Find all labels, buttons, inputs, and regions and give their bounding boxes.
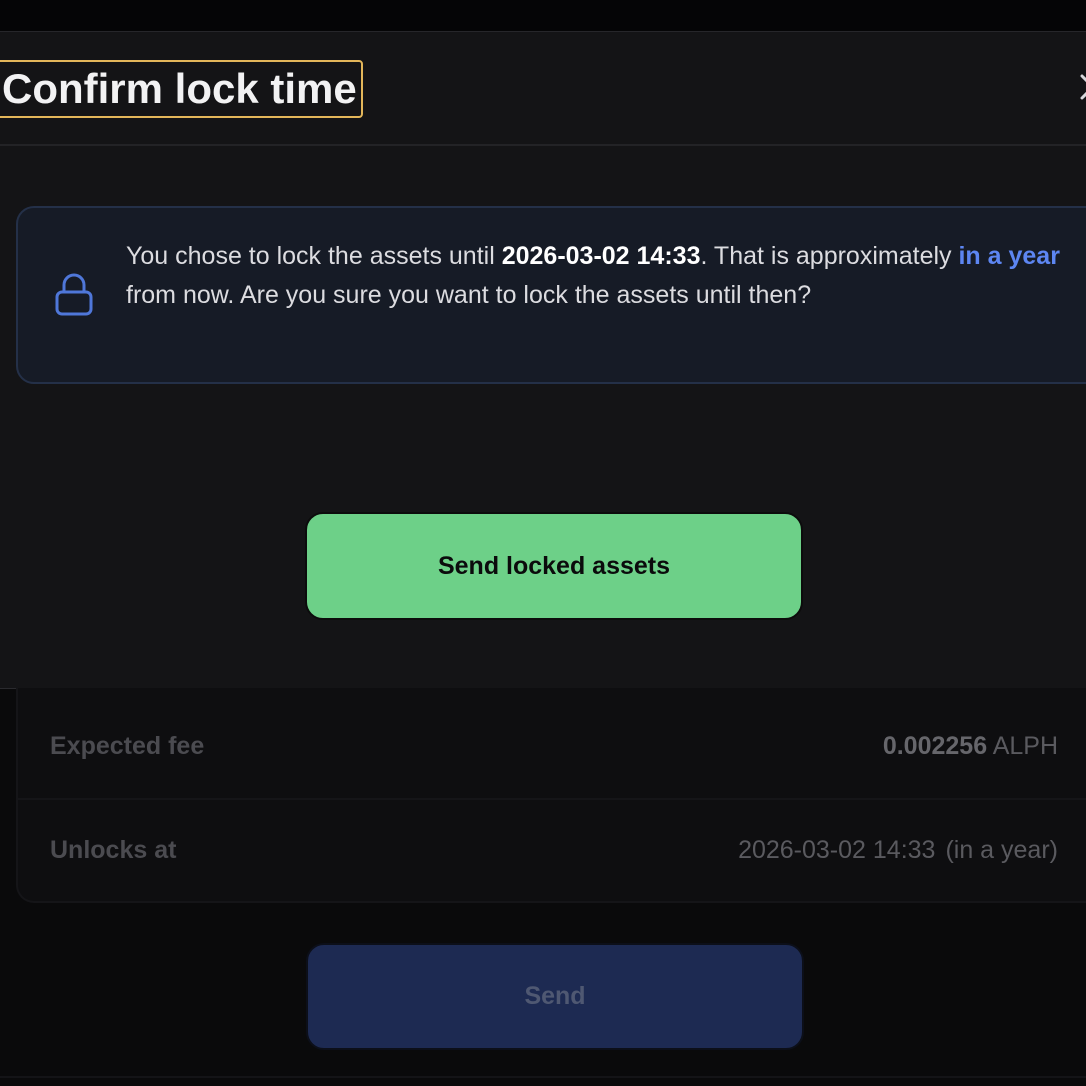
expected-fee-row: Expected fee 0.002256 ALPH xyxy=(18,694,1086,800)
send-button[interactable]: Send xyxy=(306,943,804,1050)
confirm-lock-time-modal: Confirm lock time You chose to lock the … xyxy=(0,31,1086,689)
unlock-datetime: 2026-03-02 14:33 xyxy=(501,242,701,270)
close-icon[interactable] xyxy=(1076,70,1086,100)
unlocks-at-datetime: 2026-03-02 14:33 xyxy=(738,836,936,864)
modal-title: Confirm lock time xyxy=(0,60,363,118)
lock-icon xyxy=(55,273,93,316)
expected-fee-label: Expected fee xyxy=(50,732,205,760)
expected-fee-unit: ALPH xyxy=(992,732,1058,760)
unlocks-at-row: Unlocks at 2026-03-02 14:33 (in a year) xyxy=(18,798,1086,902)
screen: Confirm lock time You chose to lock the … xyxy=(0,0,1086,1086)
modal-header: Confirm lock time xyxy=(0,32,1086,146)
unlocks-at-relative: (in a year) xyxy=(945,836,1058,864)
info-text-after: from now. Are you sure you want to lock … xyxy=(126,281,812,309)
send-locked-assets-button[interactable]: Send locked assets xyxy=(305,512,803,620)
divider xyxy=(0,1076,1086,1078)
info-text-middle: . That is approximately xyxy=(700,242,959,270)
lock-info-box: You chose to lock the assets until 2026-… xyxy=(16,206,1086,384)
unlocks-at-label: Unlocks at xyxy=(50,836,177,864)
expected-fee-amount: 0.002256 xyxy=(882,732,988,760)
background-page-row xyxy=(0,0,1086,32)
transaction-details-card: Expected fee 0.002256 ALPH Unlocks at 20… xyxy=(16,688,1086,903)
unlocks-at-value: 2026-03-02 14:33 (in a year) xyxy=(738,836,1058,865)
relative-time: in a year xyxy=(958,242,1060,270)
lock-info-text: You chose to lock the assets until 2026-… xyxy=(126,237,1076,315)
info-text-before: You chose to lock the assets until xyxy=(126,242,502,270)
expected-fee-value: 0.002256 ALPH xyxy=(883,732,1058,761)
